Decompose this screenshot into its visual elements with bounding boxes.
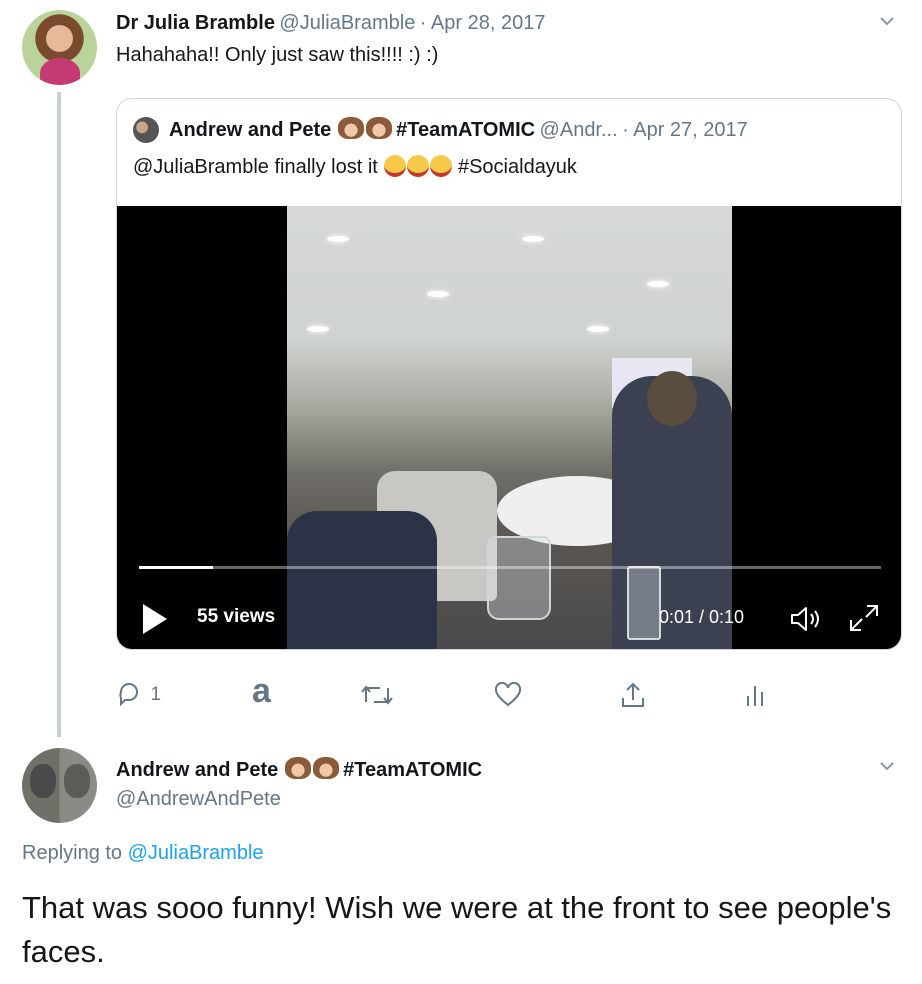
monkey-emoji-icon xyxy=(337,117,364,139)
analytics-icon xyxy=(747,686,763,706)
laughing-emoji-icon xyxy=(384,155,407,177)
analytics-button[interactable] xyxy=(744,682,766,713)
avatar-face xyxy=(64,764,90,798)
monkey-emoji-icon xyxy=(365,117,392,139)
replying-to-link[interactable]: @JuliaBramble xyxy=(128,842,264,864)
quoted-tweet-header: Andrew and Pete #TeamATOMIC @Andr... · A… xyxy=(169,117,748,142)
thread-line xyxy=(57,92,61,737)
quoted-tweet-card[interactable]: Andrew and Pete #TeamATOMIC @Andr... · A… xyxy=(116,98,902,650)
volume-icon[interactable] xyxy=(789,604,823,639)
video-time: 0:01 / 0:10 xyxy=(659,607,745,627)
reply-tweet-header: Andrew and Pete #TeamATOMIC xyxy=(116,757,482,782)
separator-dot: · xyxy=(622,119,629,141)
quoted-date: Apr 27, 2017 xyxy=(633,119,748,141)
julia-avatar[interactable] xyxy=(22,10,97,85)
reply-icon xyxy=(119,683,138,707)
quoted-avatar xyxy=(133,117,159,143)
quoted-handle: @Andr... xyxy=(539,119,618,141)
quoted-text-hashtag: #Socialdayuk xyxy=(457,156,577,178)
quoted-text-main: @JuliaBramble finally lost it xyxy=(133,156,378,178)
monkey-emoji-icon xyxy=(284,757,311,779)
video-player[interactable]: 55 views 0:01 / 0:10 xyxy=(117,206,901,649)
quoted-tweet-text: @JuliaBramble finally lost it #Socialday… xyxy=(133,155,577,179)
chair xyxy=(287,511,437,649)
like-icon xyxy=(494,681,522,707)
reply-author-hashtag[interactable]: #TeamATOMIC xyxy=(343,759,482,781)
ceiling-light xyxy=(307,326,329,332)
replying-to-prefix: Replying to xyxy=(22,842,123,864)
top-tweet-text: Hahahaha!! Only just saw this!!!! :) :) xyxy=(116,44,439,66)
separator-dot: · xyxy=(419,12,427,34)
reply-tweet-text: That was sooo funny! Wish we were at the… xyxy=(22,890,892,969)
attendee-head xyxy=(647,371,697,426)
reply-author-handle[interactable]: @AndrewAndPete xyxy=(116,788,281,811)
amazon-icon[interactable]: a xyxy=(252,672,271,711)
quoted-author-hashtag: #TeamATOMIC xyxy=(396,119,536,141)
andrew-pete-avatar[interactable] xyxy=(22,748,97,823)
avatar-face xyxy=(30,764,56,798)
reply-count: 1 xyxy=(150,684,162,705)
ceiling-light xyxy=(327,236,349,242)
replying-to-line: Replying to @JuliaBramble xyxy=(22,842,264,865)
like-button[interactable] xyxy=(494,681,522,713)
retweet-button[interactable] xyxy=(360,682,394,713)
quoted-author-name: Andrew and Pete xyxy=(169,119,332,141)
share-icon xyxy=(622,682,644,707)
ceiling-light xyxy=(522,236,544,242)
laughing-emoji-icon xyxy=(407,155,430,177)
tweet-date[interactable]: Apr 28, 2017 xyxy=(431,12,546,34)
fullscreen-icon[interactable] xyxy=(847,602,881,639)
reply-button[interactable]: 1 xyxy=(116,680,161,712)
author-name[interactable]: Dr Julia Bramble xyxy=(116,12,275,34)
retweet-icon xyxy=(361,685,393,705)
video-progress-fill xyxy=(139,566,213,569)
video-progress-track[interactable] xyxy=(139,566,881,569)
video-views: 55 views xyxy=(197,606,276,627)
ceiling-light xyxy=(647,281,669,287)
ceiling-light xyxy=(587,326,609,332)
chevron-down-icon[interactable] xyxy=(878,12,896,35)
author-handle[interactable]: @JuliaBramble xyxy=(279,12,415,34)
ceiling-light xyxy=(427,291,449,297)
play-icon[interactable] xyxy=(143,604,167,634)
water-glass xyxy=(627,566,661,640)
top-tweet-header: Dr Julia Bramble @JuliaBramble · Apr 28,… xyxy=(116,12,545,35)
chevron-down-icon[interactable] xyxy=(878,757,896,780)
video-frame xyxy=(287,206,732,649)
laughing-emoji-icon xyxy=(430,155,453,177)
monkey-emoji-icon xyxy=(312,757,339,779)
reply-author-name[interactable]: Andrew and Pete xyxy=(116,759,278,781)
share-button[interactable] xyxy=(619,680,647,715)
water-jug xyxy=(487,536,551,620)
